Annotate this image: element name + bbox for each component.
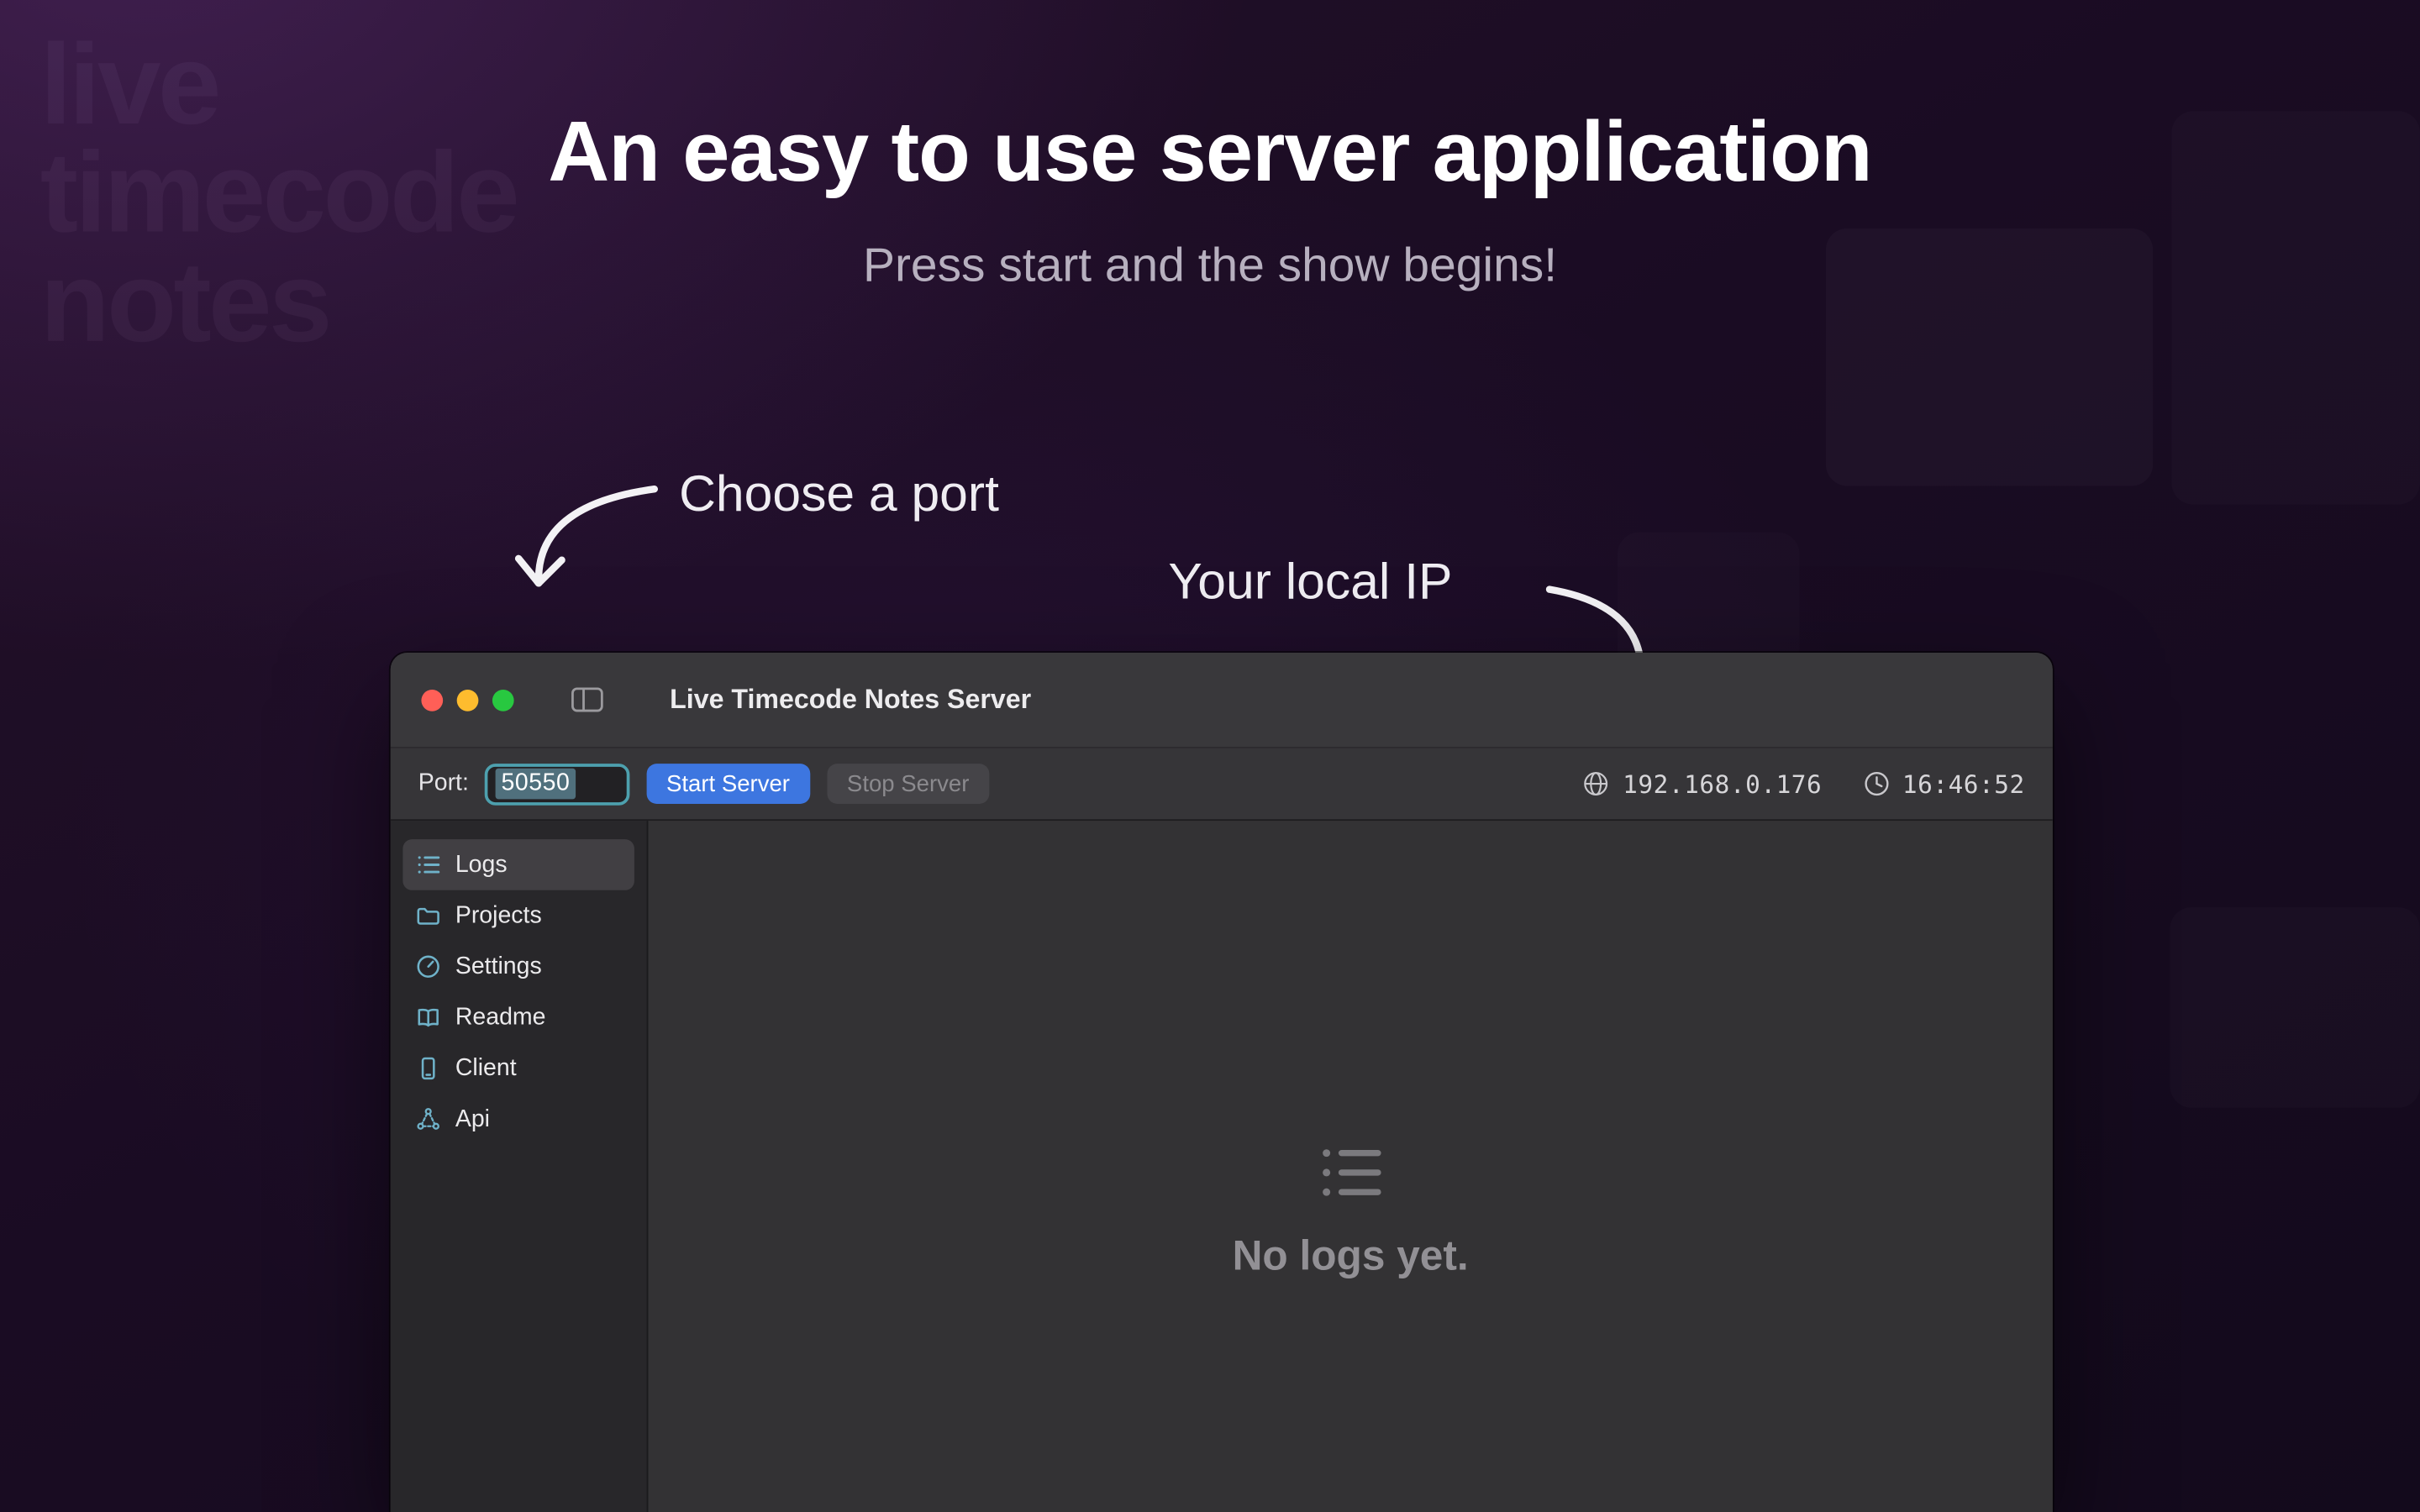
sidebar-item-api[interactable]: Api <box>402 1094 634 1145</box>
toolbar-status: 192.168.0.176 16:46:52 <box>1582 769 2024 799</box>
empty-state-message: No logs yet. <box>1233 1233 1469 1281</box>
stop-server-button[interactable]: Stop Server <box>827 764 989 804</box>
list-icon <box>415 852 441 878</box>
gauge-icon <box>415 953 441 979</box>
window-titlebar: Live Timecode Notes Server <box>391 653 2053 748</box>
sidebar-item-settings[interactable]: Settings <box>402 941 634 992</box>
globe-icon <box>1582 770 1610 798</box>
logs-panel: No logs yet. <box>648 821 2052 1512</box>
sidebar-item-logs[interactable]: Logs <box>402 839 634 890</box>
current-time-value: 16:46:52 <box>1902 769 2025 799</box>
local-ip-value: 192.168.0.176 <box>1623 769 1822 799</box>
port-input[interactable]: 50550 <box>484 763 629 805</box>
toolbar: Port: 50550 Start Server Stop Server 192… <box>391 748 2053 821</box>
arrow-to-port-field <box>518 489 655 583</box>
annotation-local-ip: Your local IP <box>1168 553 1452 612</box>
empty-state: No logs yet. <box>1233 1137 1469 1281</box>
minimize-button[interactable] <box>457 689 479 711</box>
logs-empty-icon <box>1315 1137 1386 1208</box>
sidebar-item-label: Logs <box>455 851 508 879</box>
background-card <box>2170 907 2420 1108</box>
sidebar-item-projects[interactable]: Projects <box>402 890 634 942</box>
sidebar-item-label: Readme <box>455 1004 546 1032</box>
window-title: Live Timecode Notes Server <box>670 684 1031 717</box>
folder-icon <box>415 902 441 928</box>
sidebar-list: Logs Projects Settings Readme Client Api <box>402 839 634 1145</box>
zoom-button[interactable] <box>492 689 514 711</box>
sidebar-item-client[interactable]: Client <box>402 1043 634 1095</box>
page-title: An easy to use server application <box>0 102 2420 201</box>
api-icon <box>415 1106 441 1132</box>
sidebar-item-label: Settings <box>455 953 542 980</box>
page-subtitle: Press start and the show begins! <box>0 238 2420 293</box>
sidebar: Logs Projects Settings Readme Client Api <box>391 821 649 1512</box>
sidebar-item-label: Api <box>455 1105 490 1133</box>
sidebar-item-label: Client <box>455 1054 517 1082</box>
window-content: Logs Projects Settings Readme Client Api… <box>391 821 2053 1512</box>
port-label: Port: <box>418 770 469 798</box>
start-server-button[interactable]: Start Server <box>646 764 810 804</box>
traffic-lights <box>421 689 513 711</box>
book-icon <box>415 1005 441 1031</box>
sidebar-item-label: Projects <box>455 902 542 930</box>
annotation-choose-port: Choose a port <box>679 465 999 523</box>
hero: An easy to use server application Press … <box>0 0 2420 293</box>
page: live timecode notes An easy to use serve… <box>0 0 2420 1512</box>
clock-icon <box>1862 770 1890 798</box>
close-button[interactable] <box>421 689 443 711</box>
device-icon <box>415 1055 441 1081</box>
sidebar-toggle-icon[interactable] <box>570 685 605 715</box>
app-window: Live Timecode Notes Server Port: 50550 S… <box>391 653 2053 1512</box>
sidebar-item-readme[interactable]: Readme <box>402 992 634 1043</box>
port-value: 50550 <box>495 769 576 800</box>
